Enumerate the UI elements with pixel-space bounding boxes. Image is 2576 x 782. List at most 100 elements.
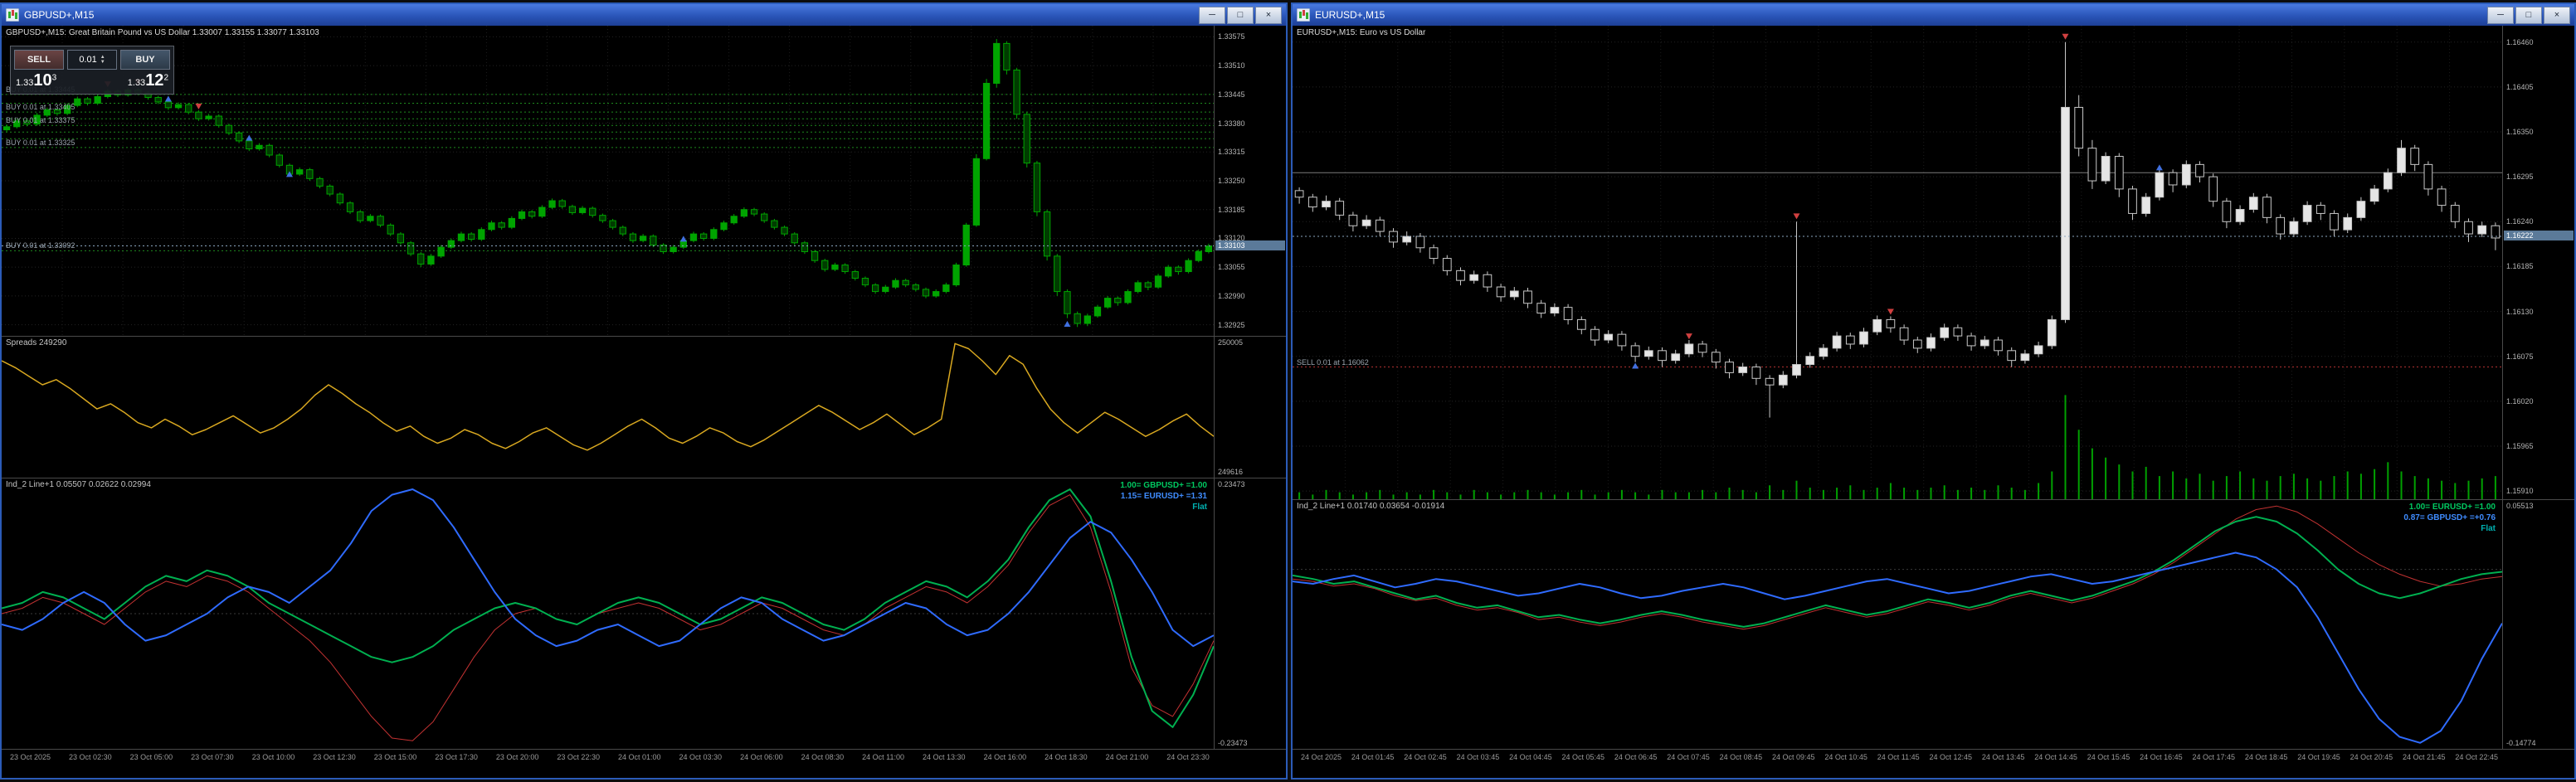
time-label: 24 Oct 06:45 bbox=[1614, 753, 1658, 761]
time-label: 23 Oct 17:30 bbox=[435, 753, 478, 761]
chart-body: GBPUSD+,M15: Great Britain Pound vs US D… bbox=[2, 26, 1286, 778]
window-title: EURUSD+,M15 bbox=[1315, 9, 1385, 21]
sell-trade-marker bbox=[2062, 33, 2069, 40]
time-label: 24 Oct 19:45 bbox=[2297, 753, 2340, 761]
price-scale-label: 1.15910 bbox=[2506, 487, 2534, 496]
time-label: 24 Oct 2025 bbox=[1301, 753, 1342, 761]
oscillator-scale[interactable]: 0.05513 -0.14774 bbox=[2502, 500, 2574, 749]
legend-line-3: Flat bbox=[1192, 503, 1207, 512]
time-label: 24 Oct 04:45 bbox=[1509, 753, 1552, 761]
time-label: 24 Oct 10:45 bbox=[1824, 753, 1867, 761]
price-scale-label: 1.15965 bbox=[2506, 442, 2534, 450]
price-chart-pane: GBPUSD+,M15: Great Britain Pound vs US D… bbox=[2, 26, 1286, 336]
time-label: 23 Oct 12:30 bbox=[313, 753, 356, 761]
app-chart-icon bbox=[6, 8, 19, 22]
time-label: 24 Oct 01:45 bbox=[1351, 753, 1395, 761]
blue-line bbox=[1293, 551, 2502, 744]
price-scale-label: 1.16405 bbox=[2506, 82, 2534, 91]
grid-lines bbox=[2, 26, 1214, 336]
titlebar[interactable]: EURUSD+,M15 ─ □ × bbox=[1293, 4, 2574, 26]
price-scale[interactable]: 1.16460 1.16405 1.16350 1.16295 1.16240 1.161… bbox=[2502, 26, 2574, 499]
time-label: 24 Oct 18:30 bbox=[1045, 753, 1088, 761]
oscillator-plot[interactable]: Ind_2 Line+1 0.01740 0.03654 -0.01914 1.… bbox=[1293, 500, 2502, 749]
price-scale-label: 1.16020 bbox=[2506, 396, 2534, 406]
indicator-label: Ind_2 Line+1 0.05507 0.02622 0.02994 bbox=[6, 480, 151, 489]
price-scale-label: 1.33380 bbox=[1218, 119, 1245, 128]
spread-scale[interactable]: 250005 249616 bbox=[1214, 337, 1286, 478]
time-label: 24 Oct 23:30 bbox=[1166, 753, 1210, 761]
lot-size-stepper[interactable]: 0.01 ▲ ▼ bbox=[67, 50, 117, 70]
legend-line-2: 1.15= EURUSD+ =1.31 bbox=[1120, 492, 1207, 501]
order-label: BUY 0.01 at 1.33325 bbox=[6, 138, 75, 147]
time-label: 24 Oct 06:00 bbox=[740, 753, 783, 761]
oscillator-pane: Ind_2 Line+1 0.01740 0.03654 -0.01914 1.… bbox=[1293, 499, 2574, 749]
time-label: 24 Oct 09:45 bbox=[1772, 753, 1815, 761]
chart-window-eurusd[interactable]: EURUSD+,M15 ─ □ × EURUSD+,M15: Euro vs U… bbox=[1291, 2, 2576, 780]
ask-price: 1.33122 bbox=[127, 71, 168, 90]
spread-plot[interactable]: Spreads 249290 bbox=[2, 337, 1214, 478]
spread-scale-top: 250005 bbox=[1218, 338, 1244, 347]
time-axis[interactable]: 23 Oct 2025 23 Oct 02:30 23 Oct 05:00 23 Oc… bbox=[2, 749, 1286, 778]
sell-trade-marker bbox=[1793, 213, 1800, 220]
oscillator-plot[interactable]: Ind_2 Line+1 0.05507 0.02622 0.02994 1.0… bbox=[2, 478, 1214, 749]
time-label: 24 Oct 18:45 bbox=[2244, 753, 2288, 761]
oscillator-scale-bottom: -0.14774 bbox=[2506, 739, 2536, 747]
sell-trade-marker bbox=[1685, 333, 1692, 340]
spin-down-icon: ▼ bbox=[100, 60, 105, 65]
time-label: 23 Oct 15:00 bbox=[373, 753, 417, 761]
sell-trade-marker bbox=[1887, 308, 1894, 315]
legend-line-1: 1.00= EURUSD+ =1.00 bbox=[2408, 503, 2496, 512]
indicator-label: Ind_2 Line+1 0.01740 0.03654 -0.01914 bbox=[1297, 502, 1445, 511]
close-button[interactable]: × bbox=[1255, 6, 1282, 24]
minimize-button[interactable]: ─ bbox=[2487, 6, 2514, 24]
time-label: 24 Oct 20:45 bbox=[2350, 753, 2393, 761]
lot-size-value: 0.01 bbox=[79, 55, 97, 65]
price-plot[interactable]: GBPUSD+,M15: Great Britain Pound vs US D… bbox=[2, 26, 1214, 336]
time-label: 23 Oct 07:30 bbox=[191, 753, 234, 761]
current-price-badge: 1.16222 bbox=[2504, 230, 2574, 240]
price-scale-label: 1.16075 bbox=[2506, 352, 2534, 361]
candlestick-svg bbox=[1293, 26, 2502, 499]
oscillator-scale-top: 0.23473 bbox=[1218, 480, 1245, 488]
time-label: 24 Oct 03:30 bbox=[679, 753, 723, 761]
sell-button[interactable]: SELL bbox=[14, 50, 64, 70]
blue-line bbox=[2, 488, 1214, 648]
oscillator-scale-top: 0.05513 bbox=[2506, 502, 2534, 510]
spread-indicator-pane: Spreads 249290 250005 249616 bbox=[2, 336, 1286, 478]
chart-body: EURUSD+,M15: Euro vs US Dollar SELL 0.01… bbox=[1293, 26, 2574, 778]
time-axis[interactable]: 24 Oct 2025 24 Oct 01:45 24 Oct 02:45 24 Oc… bbox=[1293, 749, 2574, 778]
window-title: GBPUSD+,M15 bbox=[24, 9, 95, 21]
price-scale[interactable]: 1.33575 1.33510 1.33445 1.33380 1.33315 1.332… bbox=[1214, 26, 1286, 336]
red-line bbox=[1293, 505, 2502, 630]
time-label: 23 Oct 2025 bbox=[10, 753, 51, 761]
oscillator-scale[interactable]: 0.23473 -0.23473 bbox=[1214, 478, 1286, 749]
green-line bbox=[2, 488, 1214, 728]
order-label: BUY 0.01 at 1.33092 bbox=[6, 241, 75, 250]
time-label: 24 Oct 11:45 bbox=[1877, 753, 1920, 761]
price-scale-label: 1.16460 bbox=[2506, 37, 2534, 46]
time-label: 24 Oct 16:00 bbox=[983, 753, 1027, 761]
indicator-legend: 1.00= GBPUSD+ =1.00 1.15= EURUSD+ =1.31 … bbox=[1120, 480, 1207, 512]
buy-button[interactable]: BUY bbox=[120, 50, 170, 70]
price-scale-label: 1.33250 bbox=[1218, 177, 1245, 185]
minimize-button[interactable]: ─ bbox=[1199, 6, 1225, 24]
lot-spinner-icons[interactable]: ▲ ▼ bbox=[100, 55, 105, 65]
bid-price: 1.33103 bbox=[16, 71, 57, 90]
chart-window-gbpusd[interactable]: GBPUSD+,M15 ─ □ × GBPUSD+,M15: Great Bri… bbox=[0, 2, 1288, 780]
order-label: SELL 0.01 at 1.16062 bbox=[1297, 357, 1369, 367]
titlebar[interactable]: GBPUSD+,M15 ─ □ × bbox=[2, 4, 1286, 26]
time-label: 24 Oct 21:00 bbox=[1105, 753, 1149, 761]
time-label: 24 Oct 13:30 bbox=[923, 753, 966, 761]
close-button[interactable]: × bbox=[2544, 6, 2570, 24]
maximize-button[interactable]: □ bbox=[2515, 6, 2542, 24]
time-label: 24 Oct 13:45 bbox=[1981, 753, 2025, 761]
price-plot[interactable]: EURUSD+,M15: Euro vs US Dollar SELL 0.01… bbox=[1293, 26, 2502, 499]
time-label: 24 Oct 01:00 bbox=[617, 753, 661, 761]
time-label: 24 Oct 08:30 bbox=[801, 753, 845, 761]
price-scale-label: 1.16350 bbox=[2506, 127, 2534, 136]
chart-ohlc-header: GBPUSD+,M15: Great Britain Pound vs US D… bbox=[6, 28, 319, 37]
time-label: 23 Oct 10:00 bbox=[251, 753, 295, 761]
maximize-button[interactable]: □ bbox=[1227, 6, 1254, 24]
one-click-trade-widget: SELL 0.01 ▲ ▼ BUY 1.33103 1.33122 bbox=[10, 46, 174, 95]
time-label: 23 Oct 05:00 bbox=[129, 753, 173, 761]
